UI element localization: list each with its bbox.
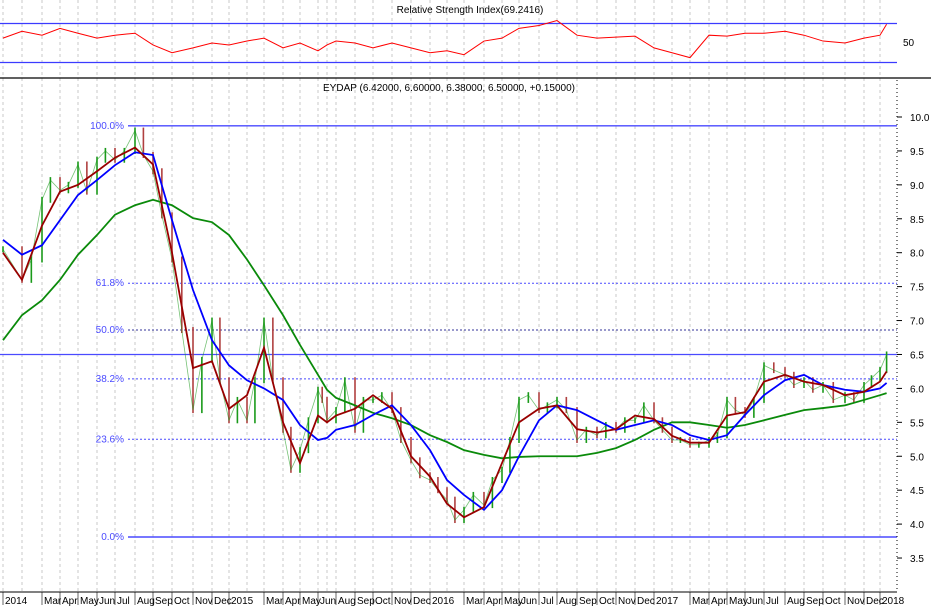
x-tick-label: Jul xyxy=(766,596,779,607)
x-tick-label: 2014 xyxy=(5,596,28,607)
y-tick-label: 6.0 xyxy=(910,384,924,395)
x-tick-label: Apr xyxy=(62,596,78,607)
x-tick-label: Mar xyxy=(466,596,484,607)
y-tick-label: 8.5 xyxy=(910,215,924,226)
x-tick-label: 2017 xyxy=(656,596,679,607)
x-tick-label: 2015 xyxy=(231,596,254,607)
x-tick-label: 2016 xyxy=(432,596,455,607)
y-tick-label: 4.0 xyxy=(910,520,924,531)
fib-label: 50.0% xyxy=(96,325,124,336)
x-tick-label: Dec xyxy=(637,596,655,607)
x-tick-label: Sep xyxy=(357,596,375,607)
y-tick-label: 3.5 xyxy=(910,554,924,565)
y-tick-label: 6.5 xyxy=(910,350,924,361)
x-tick-label: Sep xyxy=(579,596,597,607)
y-tick-label: 5.0 xyxy=(910,452,924,463)
x-tick-label: Aug xyxy=(137,596,155,607)
x-tick-label: Oct xyxy=(174,596,190,607)
ma-long-line xyxy=(2,198,887,460)
fib-label: 100.0% xyxy=(90,121,124,132)
x-tick-label: Mar xyxy=(266,596,284,607)
y-tick-label: 7.5 xyxy=(910,283,924,294)
x-tick-label: Oct xyxy=(375,596,391,607)
x-tick-label: Mar xyxy=(692,596,710,607)
price-title: EYDAP (6.42000, 6.60000, 6.38000, 6.5000… xyxy=(323,83,575,94)
x-tick-label: Mar xyxy=(44,596,62,607)
x-tick-label: Aug xyxy=(338,596,356,607)
x-tick-label: May xyxy=(80,596,99,607)
x-tick-label: Apr xyxy=(711,596,727,607)
x-tick-label: Aug xyxy=(787,596,805,607)
fib-label: 0.0% xyxy=(101,532,124,543)
y-tick-label: 5.5 xyxy=(910,418,924,429)
x-axis-labels: 2014 Mar Apr May Jun Jul Aug Sep Oct Nov Dec 2015 Ma… xyxy=(2,592,905,607)
rsi-tick-label: 50 xyxy=(903,38,915,49)
rsi-title: Relative Strength Index(69.2416) xyxy=(397,5,544,16)
x-tick-label: Oct xyxy=(599,596,615,607)
price-close-line xyxy=(2,129,887,521)
fib-label: 38.2% xyxy=(96,374,124,385)
x-tick-label: Jun xyxy=(747,596,763,607)
x-tick-label: Nov xyxy=(618,596,636,607)
y-tick-label: 7.0 xyxy=(910,317,924,328)
x-tick-label: Jun xyxy=(99,596,115,607)
x-tick-label: Nov xyxy=(847,596,865,607)
x-tick-label: Nov xyxy=(195,596,213,607)
y-tick-label: 9.5 xyxy=(910,147,924,158)
x-tick-label: Apr xyxy=(285,596,301,607)
y-tick-label: 4.5 xyxy=(910,486,924,497)
y-axis-labels: 3.5 4.0 4.5 5.0 5.5 6.0 6.5 7.0 7.5 8.0 8.5 9.0 9.5 1… xyxy=(897,113,930,565)
x-tick-label: Oct xyxy=(825,596,841,607)
x-tick-label: Aug xyxy=(559,596,577,607)
x-tick-label: 2018 xyxy=(882,596,905,607)
x-tick-label: Apr xyxy=(486,596,502,607)
stock-chart: Relative Strength Index(69.2416) 50 EYDA… xyxy=(0,0,931,607)
x-tick-label: Jun xyxy=(320,596,336,607)
fib-label: 61.8% xyxy=(96,278,124,289)
rsi-line xyxy=(2,20,888,59)
x-tick-label: Dec xyxy=(413,596,431,607)
rsi-panel: Relative Strength Index(69.2416) 50 xyxy=(0,5,915,64)
y-tick-label: 10.0 xyxy=(910,113,930,124)
ma-short-line xyxy=(2,146,888,519)
x-tick-label: Jul xyxy=(541,596,554,607)
y-tick-label: 9.0 xyxy=(910,181,924,192)
x-tick-label: Jul xyxy=(117,596,130,607)
x-tick-label: Sep xyxy=(155,596,173,607)
x-tick-label: Jun xyxy=(521,596,537,607)
x-tick-label: Nov xyxy=(394,596,412,607)
x-tick-label: Sep xyxy=(806,596,824,607)
y-tick-label: 8.0 xyxy=(910,249,924,260)
fib-label: 23.6% xyxy=(96,434,124,445)
